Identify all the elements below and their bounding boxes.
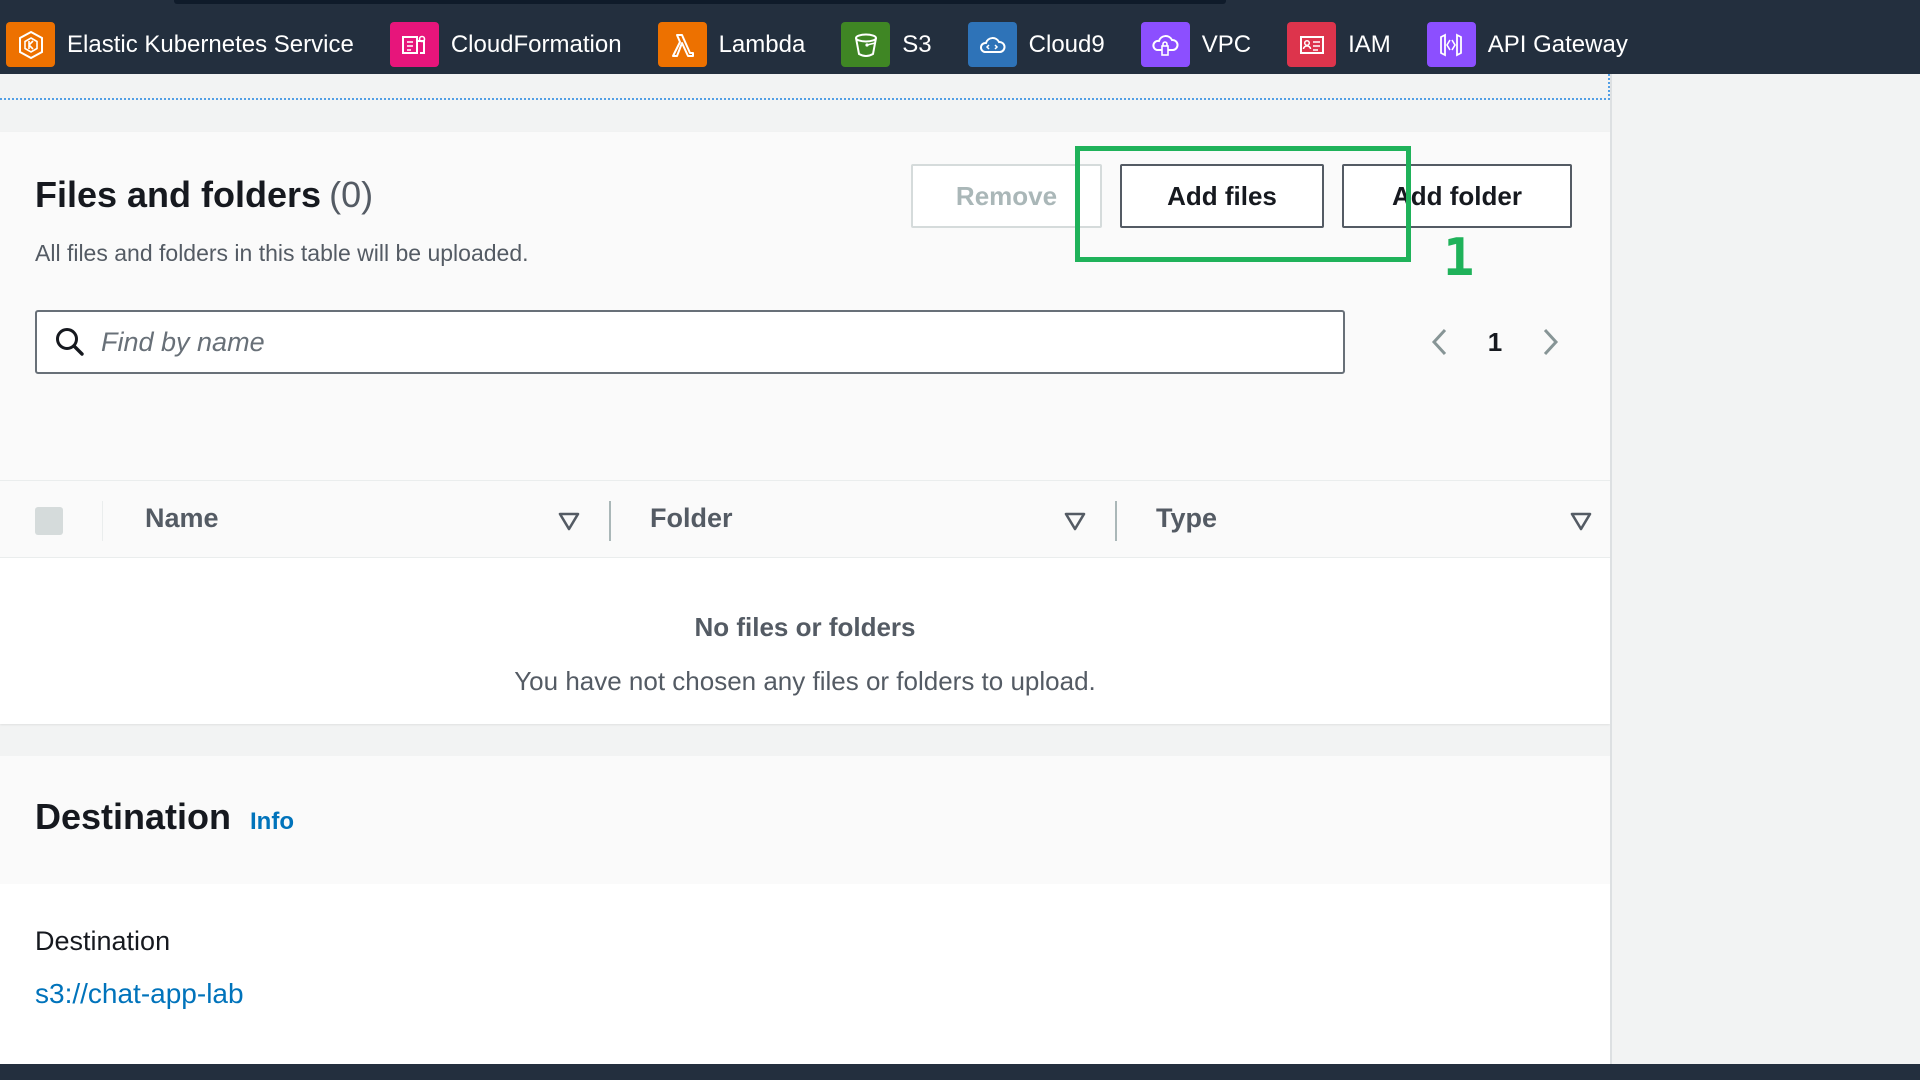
vpc-icon xyxy=(1140,22,1190,67)
right-gutter xyxy=(1612,74,1920,1064)
files-title-text: Files and folders xyxy=(35,174,322,215)
add-folder-button[interactable]: Add folder xyxy=(1342,164,1572,228)
remove-button[interactable]: Remove xyxy=(911,164,1102,228)
chevron-left-icon xyxy=(1431,328,1447,356)
service-shortcut-cloudformation[interactable]: CloudFormation xyxy=(389,22,622,67)
service-favorites-bar: Elastic Kubernetes Service CloudFormatio… xyxy=(0,0,1920,74)
service-shortcut-eks[interactable]: Elastic Kubernetes Service xyxy=(6,22,354,67)
service-shortcut-iam[interactable]: IAM xyxy=(1287,22,1391,67)
empty-state-description: You have not chosen any files or folders… xyxy=(514,666,1096,696)
service-label: S3 xyxy=(902,30,932,58)
search-input[interactable] xyxy=(101,326,1301,358)
service-label: VPC xyxy=(1201,30,1252,58)
service-label: Cloud9 xyxy=(1028,30,1105,58)
column-header-folder[interactable]: Folder xyxy=(650,503,733,534)
eks-icon xyxy=(6,22,55,67)
service-shortcuts: Elastic Kubernetes Service CloudFormatio… xyxy=(6,22,1664,67)
bottom-bar xyxy=(0,1064,1920,1080)
cloudformation-icon xyxy=(389,22,439,67)
add-files-button[interactable]: Add files xyxy=(1120,164,1324,228)
service-label: CloudFormation xyxy=(450,30,622,58)
service-shortcut-vpc[interactable]: VPC xyxy=(1140,22,1252,67)
empty-state-title: No files or folders xyxy=(694,612,916,642)
service-label: Lambda xyxy=(718,30,806,58)
column-divider xyxy=(102,501,103,541)
files-and-folders-panel: Files and folders (0) All files and folde… xyxy=(0,132,1610,780)
select-all-checkbox[interactable] xyxy=(35,507,63,535)
iam-icon xyxy=(1287,22,1337,67)
main-content: Files and folders (0) All files and folde… xyxy=(0,74,1610,1064)
service-shortcut-lambda[interactable]: Lambda xyxy=(657,22,806,67)
files-count: (0) xyxy=(329,174,374,215)
destination-panel-header: Destination Info xyxy=(0,756,1610,884)
destination-field-label: Destination xyxy=(35,926,171,956)
column-header-name[interactable]: Name xyxy=(145,503,219,534)
destination-bucket-link[interactable]: s3://chat-app-lab xyxy=(35,978,244,1010)
cloud9-icon xyxy=(967,22,1017,67)
search-box xyxy=(35,310,1345,374)
pagination-next[interactable] xyxy=(1530,322,1570,362)
sort-caret-down-icon[interactable] xyxy=(555,507,583,535)
pagination-page-number[interactable]: 1 xyxy=(1460,327,1530,358)
service-label: API Gateway xyxy=(1487,30,1628,58)
service-shortcut-cloud9[interactable]: Cloud9 xyxy=(967,22,1105,67)
service-label: IAM xyxy=(1348,30,1391,58)
lambda-icon xyxy=(657,22,707,67)
drop-zone-border xyxy=(0,98,1610,100)
service-shortcut-api-gateway[interactable]: API Gateway xyxy=(1426,22,1628,67)
column-resizer[interactable] xyxy=(609,501,611,541)
sort-caret-down-icon[interactable] xyxy=(1061,507,1089,535)
files-panel-description: All files and folders in this table will… xyxy=(35,240,529,266)
column-header-type[interactable]: Type xyxy=(1156,503,1217,534)
search-icon xyxy=(56,328,84,356)
topbar-search-edge xyxy=(174,0,1226,4)
service-label: Elastic Kubernetes Service xyxy=(67,30,354,58)
destination-info-link[interactable]: Info xyxy=(250,808,294,836)
sort-caret-down-icon[interactable] xyxy=(1567,507,1595,535)
files-panel-title: Files and folders (0) xyxy=(35,174,373,216)
pagination: 1 xyxy=(1420,312,1570,372)
chevron-right-icon xyxy=(1543,328,1559,356)
files-table-header: Name Folder Type xyxy=(0,480,1610,558)
destination-title: Destination xyxy=(35,796,232,837)
files-panel-header: Files and folders (0) All files and folde… xyxy=(0,132,1610,480)
s3-icon xyxy=(841,22,891,67)
destination-panel-body: Destination s3://chat-app-lab xyxy=(0,884,1610,1064)
service-shortcut-s3[interactable]: S3 xyxy=(841,22,932,67)
tutorial-step-number: 1 xyxy=(1443,228,1475,288)
column-resizer[interactable] xyxy=(1115,501,1117,541)
pagination-previous[interactable] xyxy=(1420,322,1460,362)
api-gateway-icon xyxy=(1426,22,1476,67)
